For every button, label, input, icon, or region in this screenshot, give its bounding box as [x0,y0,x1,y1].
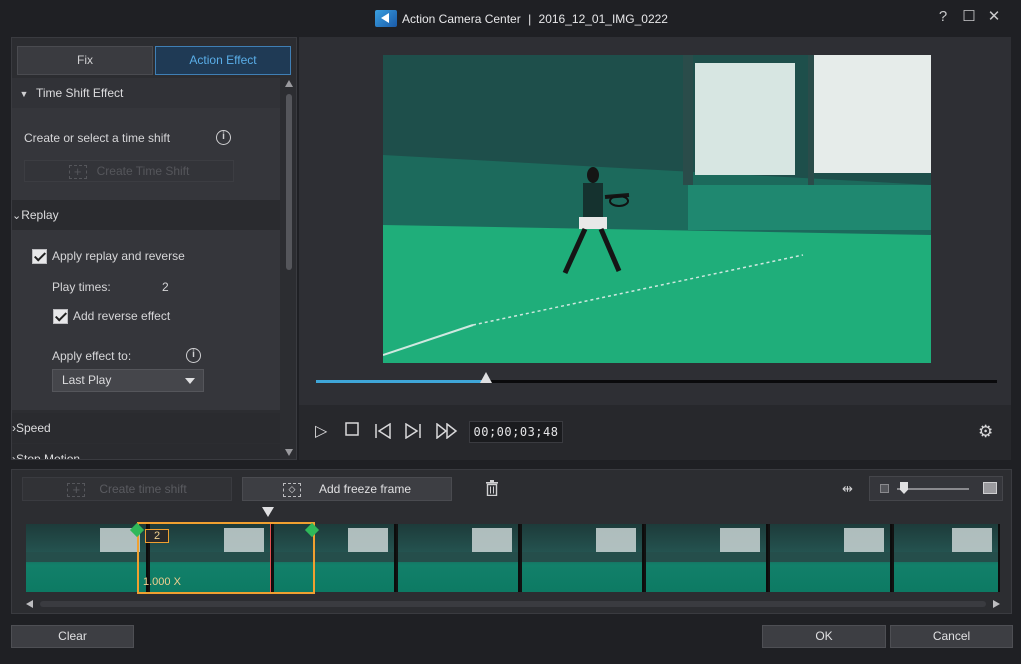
video-area [299,37,1011,405]
create-time-shift-label: Create Time Shift [96,164,190,178]
help-button[interactable]: ? [934,8,952,26]
info-icon[interactable]: i [216,130,231,145]
thumbnail-frame [646,524,768,592]
play-times-value[interactable]: 2 [162,280,169,294]
apply-replay-checkbox[interactable] [32,249,47,264]
timeline-scrollbar[interactable] [26,600,1000,608]
info-icon[interactable]: i [186,348,201,363]
apply-to-label: Apply effect to: [52,349,132,363]
replay-title: Replay [21,208,59,222]
title-separator: | [528,12,532,26]
video-preview [383,55,931,363]
time-shift-box: Create or select a time shift i + Create … [12,108,280,200]
scroll-thumb[interactable] [286,94,292,270]
tab-fix[interactable]: Fix [17,46,153,75]
close-button[interactable]: ✕ [985,8,1003,26]
timeline-panel: + Create time shift ◇ Add freeze frame ⇹ 2… [11,469,1012,614]
apply-replay-label: Apply replay and reverse [52,249,185,263]
caret-down-icon [185,378,195,384]
speed-label: 1.000 X [143,576,181,588]
fast-forward-icon[interactable] [435,422,459,444]
trash-icon[interactable] [485,480,499,496]
scroll-right-icon[interactable] [993,600,1000,608]
scroll-track[interactable] [40,601,986,607]
time-shift-title: Time Shift Effect [36,86,124,100]
thumbnail-frame [522,524,644,592]
settings-gear-icon[interactable]: ⚙ [978,423,993,441]
thumbnail-frame [398,524,520,592]
app-logo-icon [375,10,397,27]
scroll-up-icon[interactable] [285,80,293,87]
app-name: Action Camera Center [402,12,521,26]
scroll-left-icon[interactable] [26,600,33,608]
reverse-effect-label: Add reverse effect [73,309,171,323]
plus-icon: + [68,164,87,179]
replay-section-header[interactable]: ⌄Replay [12,200,280,230]
chevron-down-icon: ⌄ [12,210,22,222]
apply-to-value: Last Play [62,373,112,387]
thumbnail-frame [894,524,1000,592]
tab-action-effect[interactable]: Action Effect [155,46,291,75]
replay-marker [270,524,271,592]
replay-box: Apply replay and reverse Play times: 2 A… [12,230,280,410]
playback-progress-bar[interactable] [316,372,997,383]
zoom-out-icon[interactable] [880,484,889,493]
effect-panel: Fix Action Effect ▼ Time Shift Effect Cre… [11,37,297,460]
preview-panel: ▷ 00;00;03;48 ⚙ [299,37,1011,460]
timecode-display[interactable]: 00;00;03;48 [469,421,563,443]
playback-handle[interactable] [480,372,493,383]
fit-timeline-icon[interactable]: ⇹ [842,481,853,497]
freeze-frame-label: Add freeze frame [318,482,412,496]
clear-button[interactable]: Clear [11,625,134,648]
zoom-slider[interactable] [869,476,1003,501]
maximize-button[interactable]: ☐ [960,8,978,26]
collapse-triangle-icon: ▼ [19,89,29,99]
plus-icon: + [67,482,86,497]
playback-controls: ▷ 00;00;03;48 ⚙ [299,405,1011,460]
panel-scrollbar[interactable] [284,80,295,456]
reverse-effect-checkbox[interactable] [53,309,68,324]
create-time-shift-timeline-button: + Create time shift [22,477,232,501]
thumbnail-frame [26,524,148,592]
create-time-shift-button: + Create Time Shift [24,160,234,182]
stop-motion-title: Stop Motion [16,452,81,460]
window-title: Action Camera Center | 2016_12_01_IMG_02… [402,12,668,26]
speed-section-header[interactable]: ›Speed [12,413,280,443]
next-frame-icon[interactable] [404,422,422,444]
add-freeze-frame-button[interactable]: ◇ Add freeze frame [242,477,452,501]
replay-count-badge: 2 [145,529,169,543]
play-times-label: Play times: [52,280,111,294]
ok-button[interactable]: OK [762,625,886,648]
play-icon[interactable]: ▷ [315,423,327,441]
previous-frame-icon[interactable] [374,422,392,444]
time-shift-prompt: Create or select a time shift [24,131,171,145]
stop-motion-section-header[interactable]: ›Stop Motion [12,444,280,460]
apply-to-select[interactable]: Last Play [52,369,204,392]
cancel-button[interactable]: Cancel [890,625,1013,648]
playback-progress-fill [316,380,487,383]
stop-icon[interactable] [345,422,359,441]
effect-settings: ▼ Time Shift Effect Create or select a ti… [12,78,282,460]
thumbnail-frame [770,524,892,592]
zoom-thumb[interactable] [900,482,908,494]
scroll-down-icon[interactable] [285,449,293,456]
file-name: 2016_12_01_IMG_0222 [538,12,668,26]
timeline-playhead[interactable] [262,507,274,517]
title-bar: Action Camera Center | 2016_12_01_IMG_02… [0,0,1021,36]
time-shift-section-header[interactable]: ▼ Time Shift Effect [12,78,280,108]
video-frame-image [383,55,931,363]
speed-title: Speed [16,421,51,435]
tab-bar: Fix Action Effect [17,46,293,75]
zoom-in-icon[interactable] [983,482,997,494]
create-shift-label: Create time shift [99,482,187,496]
freeze-frame-icon: ◇ [282,482,301,497]
